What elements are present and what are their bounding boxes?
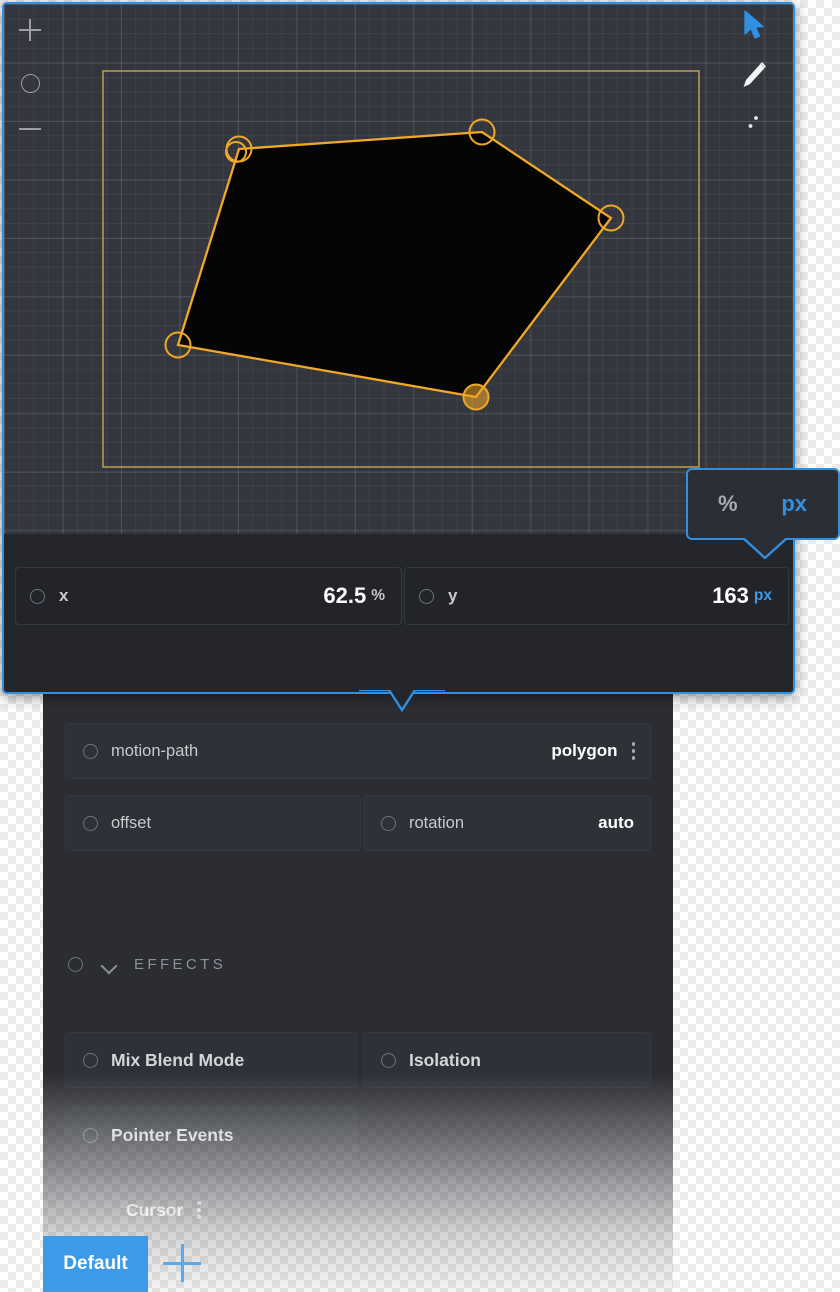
property-row-offset[interactable]: offset: [65, 795, 361, 851]
y-label: y: [448, 586, 458, 605]
effects-section-header[interactable]: EFFECTS: [61, 956, 226, 973]
x-label: x: [59, 586, 69, 605]
property-row-pointer-events[interactable]: Pointer Events: [65, 1107, 357, 1163]
effects-title: EFFECTS: [134, 956, 227, 973]
motion-path-kebab-menu-icon[interactable]: [631, 742, 635, 760]
x-value[interactable]: 62.5: [323, 583, 366, 609]
property-row-rotation[interactable]: rotation auto: [363, 795, 651, 851]
path-editor-panel: x 62.5 % y 163 px: [2, 2, 795, 713]
unit-option-percent[interactable]: %: [718, 491, 738, 517]
circle-icon[interactable]: [21, 74, 40, 93]
motion-path-svg: [102, 70, 700, 468]
cursor-arrow-icon[interactable]: [743, 10, 767, 40]
tab-default[interactable]: Default: [43, 1236, 148, 1292]
effects-radio[interactable]: [68, 957, 83, 972]
y-unit[interactable]: px: [754, 587, 772, 605]
plus-icon[interactable]: [19, 19, 41, 41]
vertex-handle-active[interactable]: [462, 383, 490, 411]
rotation-radio[interactable]: [381, 815, 396, 831]
x-radio[interactable]: [30, 588, 45, 604]
motion-path-label: motion-path: [111, 741, 199, 760]
property-row-cursor[interactable]: Cursor: [65, 1182, 651, 1238]
unit-popup-arrow: [743, 538, 787, 560]
rotation-label: rotation: [409, 813, 465, 832]
y-coordinate-field[interactable]: y 163 px: [404, 567, 789, 625]
isolation-label: Isolation: [409, 1049, 481, 1070]
add-tab-button[interactable]: [163, 1244, 201, 1282]
x-coordinate-field[interactable]: x 62.5 %: [15, 567, 402, 625]
y-radio[interactable]: [419, 588, 434, 604]
pointer-events-radio[interactable]: [83, 1127, 98, 1143]
property-row-motion-path[interactable]: motion-path polygon: [65, 723, 651, 779]
cursor-label: Cursor: [126, 1199, 184, 1220]
x-unit[interactable]: %: [371, 587, 385, 605]
polygon-shape[interactable]: [176, 130, 613, 399]
isolation-radio[interactable]: [381, 1052, 396, 1068]
unit-selector-popup[interactable]: % px: [686, 468, 840, 560]
tab-default-label: Default: [63, 1253, 128, 1274]
offset-radio[interactable]: [83, 815, 98, 831]
chevron-down-icon[interactable]: [101, 957, 117, 973]
motion-path-radio[interactable]: [83, 743, 98, 759]
dots-icon[interactable]: [745, 114, 763, 132]
pointer-events-label: Pointer Events: [111, 1124, 234, 1145]
panel-pointer-notch: [359, 690, 445, 713]
pencil-icon[interactable]: [739, 59, 769, 91]
property-row-isolation[interactable]: Isolation: [363, 1032, 651, 1088]
property-row-mix-blend-mode[interactable]: Mix Blend Mode: [65, 1032, 357, 1088]
cursor-kebab-menu-icon[interactable]: [197, 1201, 201, 1219]
mix-blend-mode-radio[interactable]: [83, 1052, 98, 1068]
unit-option-px[interactable]: px: [781, 491, 807, 517]
rotation-value: auto: [598, 813, 634, 832]
minus-icon[interactable]: [19, 128, 41, 130]
properties-panel: motion-path polygon offset rotation auto: [43, 694, 673, 1292]
y-value[interactable]: 163: [712, 583, 749, 609]
motion-path-value: polygon: [551, 741, 618, 760]
mix-blend-mode-label: Mix Blend Mode: [111, 1049, 245, 1070]
offset-label: offset: [111, 813, 152, 832]
